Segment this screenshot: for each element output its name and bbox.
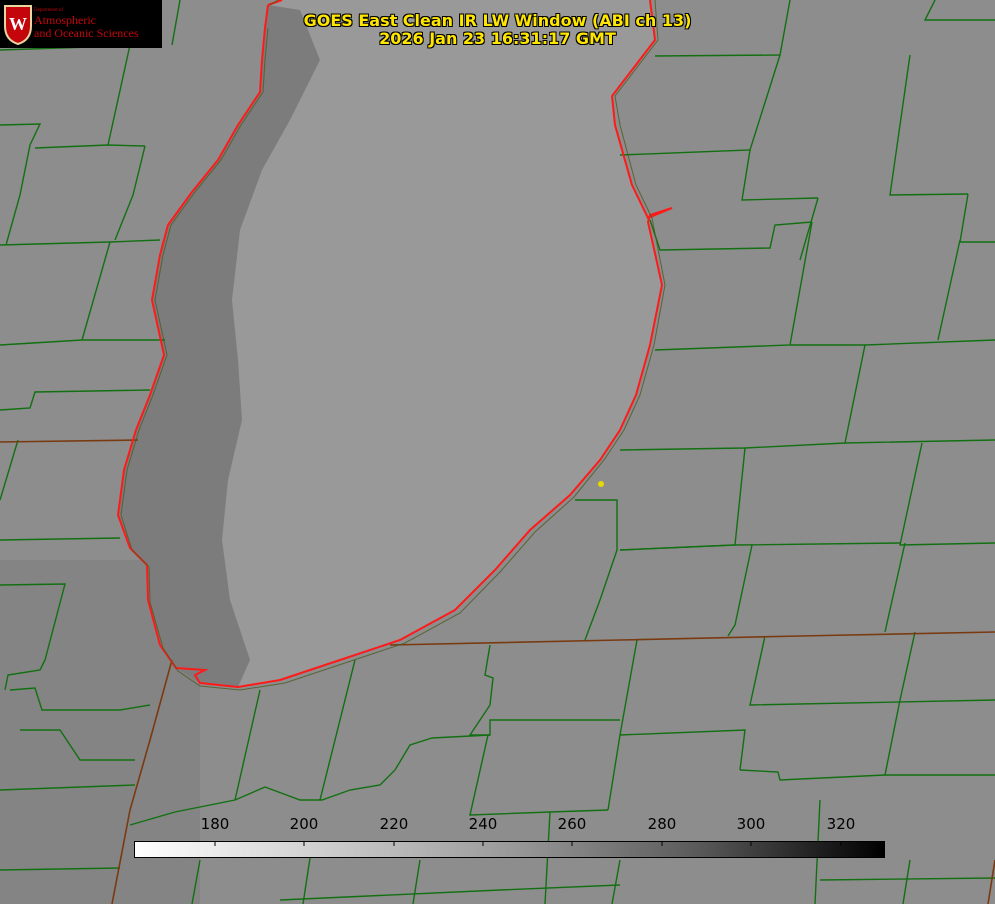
- location-marker: [598, 481, 604, 487]
- colorbar-tick-marks: [214, 841, 842, 846]
- satellite-image-viewer: GOES East Clean IR LW Window (ABI ch 13)…: [0, 0, 995, 904]
- colorbar-tick: 320: [826, 815, 856, 833]
- satellite-map: [0, 0, 995, 904]
- logo-line-2: and Oceanic Sciences: [34, 26, 139, 40]
- temperature-colorbar: [134, 841, 885, 858]
- colorbar-tick: 200: [289, 815, 319, 833]
- aos-logo: W Department of Atmospheric and Oceanic …: [0, 0, 162, 48]
- uw-crest-icon: W: [4, 5, 32, 46]
- colorbar-tick: 260: [557, 815, 587, 833]
- colorbar-tick: 280: [647, 815, 677, 833]
- colorbar-tick: 300: [736, 815, 766, 833]
- colorbar-tick: 240: [468, 815, 498, 833]
- logo-text: Department of Atmospheric and Oceanic Sc…: [34, 8, 139, 40]
- colorbar-tick: 180: [200, 815, 230, 833]
- svg-text:W: W: [9, 14, 27, 34]
- colorbar-tick: 220: [379, 815, 409, 833]
